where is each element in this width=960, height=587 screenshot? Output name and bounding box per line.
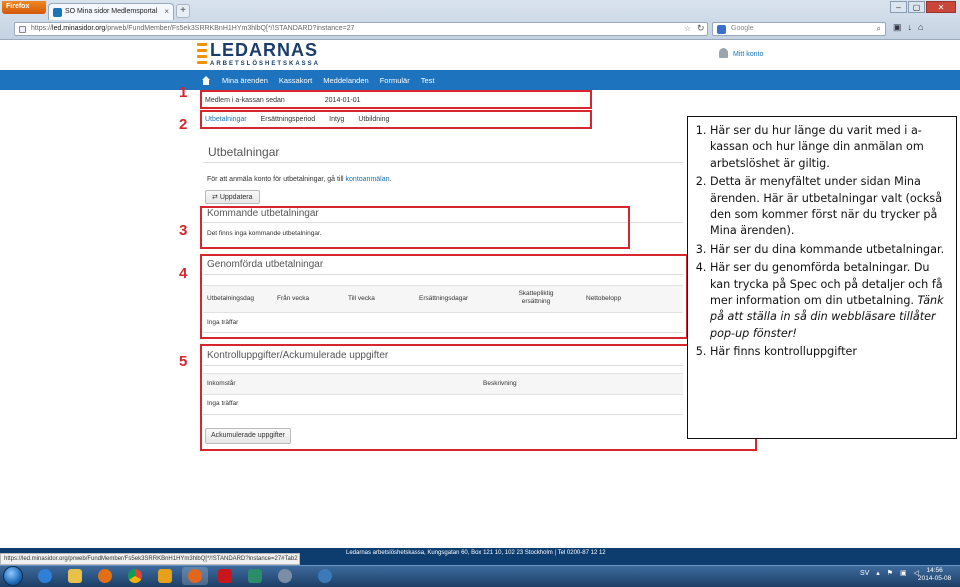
page-title: Utbetalningar — [208, 145, 280, 159]
logo-title[interactable]: LEDARNAS — [210, 40, 318, 61]
search-engine-label: Google — [731, 25, 754, 32]
firefox-menu-button[interactable]: Firefox — [2, 1, 46, 14]
acrobat-icon[interactable] — [212, 567, 238, 585]
close-window-button[interactable]: ✕ — [926, 1, 956, 13]
outlook-icon[interactable] — [152, 567, 178, 585]
reload-icon[interactable]: ↻ — [697, 23, 705, 34]
callout-item-3: Här ser du dina kommande utbetalningar. — [710, 242, 950, 258]
nav-item-test[interactable]: Test — [421, 76, 435, 85]
url-path: /prweb/FundMember/Fs5ek3SRRKBnH1HYm3hlbQ… — [105, 25, 355, 32]
nav-item-mina-arenden[interactable]: Mina ärenden — [222, 76, 268, 85]
nav-item-formular[interactable]: Formulär — [380, 76, 410, 85]
new-tab-button[interactable]: + — [176, 4, 190, 18]
window-controls: – ▢ ✕ — [890, 1, 956, 13]
maximize-button[interactable]: ▢ — [908, 1, 925, 13]
publisher-icon[interactable] — [242, 567, 268, 585]
callout-item-4: Här ser du genomförda betalningar. Du ka… — [710, 260, 950, 342]
footer-text: Ledarnas arbetslöshetskassa, Kungsgatan … — [346, 550, 606, 556]
site-header — [0, 40, 960, 70]
user-icon — [719, 48, 728, 58]
home-button-icon[interactable]: ⌂ — [918, 22, 923, 33]
annotation-number-4: 4 — [179, 265, 188, 282]
flag-icon[interactable]: ⚑ — [887, 570, 893, 577]
my-account-link[interactable]: Mitt konto — [719, 48, 763, 58]
annotation-number-3: 3 — [179, 222, 188, 239]
network-app-icon[interactable] — [312, 567, 338, 585]
logo-subtitle: ARBETSLÖSHETSKASSA — [210, 61, 321, 67]
refresh-button[interactable]: ⇄ Uppdatera — [205, 190, 260, 204]
site-favicon-icon — [53, 8, 62, 17]
search-icon[interactable]: ⌕ — [877, 24, 881, 34]
address-bar[interactable]: https://led.minasidor.org/prweb/FundMemb… — [14, 22, 708, 36]
explorer-icon[interactable] — [62, 567, 88, 585]
clock-date: 2014-05-08 — [918, 575, 952, 582]
tab-title: SO Mina sidor Medlemsportal — [65, 8, 158, 15]
annotation-number-2: 2 — [179, 116, 188, 133]
lock-icon — [19, 26, 26, 33]
callout-item-2: Detta är menyfältet under sidan Mina äre… — [710, 174, 950, 240]
url-prefix: https:// — [31, 25, 53, 32]
main-nav: Mina ärenden Kassakort Meddelanden Formu… — [0, 70, 960, 90]
firefox-icon[interactable] — [182, 567, 208, 585]
account-label: Mitt konto — [733, 51, 764, 58]
refresh-icon: ⇄ — [212, 194, 218, 201]
url-domain: led.minasidor.org — [52, 25, 106, 32]
explanation-callout: Här ser du hur länge du varit med i a-ka… — [687, 116, 957, 439]
browser-toolbar-icons: ▣ ↓ ⌂ — [893, 22, 923, 33]
media-player-icon[interactable] — [92, 567, 118, 585]
status-url: https://led.minasidor.org/prweb/FundMemb… — [0, 553, 300, 565]
start-button-icon[interactable] — [3, 566, 23, 586]
minimize-button[interactable]: – — [890, 1, 907, 13]
annotation-box-2 — [200, 110, 592, 129]
bookmark-star-icon[interactable]: ☆ — [684, 24, 691, 33]
logo-mark-icon — [197, 43, 207, 65]
tab-close-icon[interactable]: × — [164, 7, 169, 16]
system-clock[interactable]: 14:56 2014-05-08 — [918, 567, 951, 583]
annotation-box-1 — [200, 90, 592, 109]
callout-item-5: Här finns kontrolluppgifter — [710, 344, 950, 360]
browser-tab[interactable]: SO Mina sidor Medlemsportal × — [48, 3, 174, 20]
tray-arrow-icon[interactable]: ▴ — [876, 570, 880, 577]
chrome-icon[interactable] — [122, 567, 148, 585]
search-bar[interactable]: Google ⌕ — [712, 22, 886, 36]
divider — [203, 162, 683, 163]
bookmarks-icon[interactable]: ▣ — [893, 22, 902, 33]
system-tray: SV ▴ ⚑ ▣ ◁ — [860, 569, 924, 577]
nav-item-kassakort[interactable]: Kassakort — [279, 76, 312, 85]
language-indicator[interactable]: SV — [860, 570, 869, 577]
annotation-box-3 — [200, 206, 630, 249]
annotation-box-4 — [200, 254, 688, 339]
kontoanmalan-link[interactable]: kontoanmälan — [346, 176, 390, 183]
google-icon — [717, 25, 726, 34]
intro-text: För att anmäla konto för utbetalningar, … — [207, 176, 392, 183]
home-icon[interactable] — [201, 75, 211, 85]
annotation-number-5: 5 — [179, 353, 188, 370]
annotation-box-5 — [200, 344, 757, 451]
download-icon[interactable]: ↓ — [908, 22, 913, 33]
network-icon[interactable]: ▣ — [900, 570, 907, 577]
settings-icon[interactable] — [272, 567, 298, 585]
clock-time: 14:56 — [926, 567, 943, 574]
ie-icon[interactable] — [32, 567, 58, 585]
nav-item-meddelanden[interactable]: Meddelanden — [323, 76, 368, 85]
callout-item-1: Här ser du hur länge du varit med i a-ka… — [710, 123, 950, 172]
annotation-number-1: 1 — [179, 84, 188, 101]
